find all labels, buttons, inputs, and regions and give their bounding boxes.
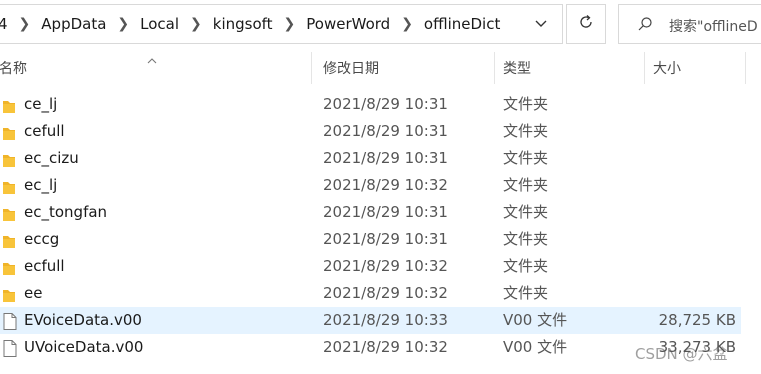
file-date: 2021/8/29 10:31: [323, 95, 448, 113]
search-icon: [637, 16, 653, 36]
column-header-label: 大小: [653, 61, 681, 77]
file-type: V00 文件: [503, 338, 568, 356]
column-header-date[interactable]: 修改日期: [312, 52, 495, 84]
column-header-label: 类型: [503, 61, 531, 77]
breadcrumb-separator-icon: ❯: [18, 16, 31, 32]
list-item[interactable]: ecfull 2021/8/29 10:32 文件夹: [0, 253, 741, 280]
list-item[interactable]: cefull 2021/8/29 10:31 文件夹: [0, 118, 741, 145]
folder-icon: [3, 231, 19, 248]
file-type: 文件夹: [503, 257, 549, 275]
file-name: ee: [24, 284, 43, 302]
refresh-button[interactable]: [566, 4, 606, 44]
file-type: 文件夹: [503, 122, 549, 140]
file-date: 2021/8/29 10:33: [323, 311, 448, 329]
list-item[interactable]: ec_cizu 2021/8/29 10:31 文件夹: [0, 145, 741, 172]
file-type: 文件夹: [503, 203, 549, 221]
search-input[interactable]: 搜索"offlineD: [618, 4, 761, 44]
folder-icon: [3, 150, 19, 167]
breadcrumb-item-current[interactable]: offlineDict: [422, 15, 502, 33]
list-item[interactable]: EVoiceData.v00 2021/8/29 10:33 V00 文件 28…: [0, 307, 741, 334]
column-header-type[interactable]: 类型: [495, 52, 645, 84]
file-type: 文件夹: [503, 284, 549, 302]
breadcrumb-separator-icon: ❯: [190, 16, 202, 32]
breadcrumb-separator-icon: ❯: [283, 16, 296, 32]
file-name: cefull: [24, 122, 65, 140]
file-icon: [3, 312, 17, 330]
file-name: ec_cizu: [24, 149, 79, 167]
breadcrumb: 4 ❯ AppData ❯ Local ❯ kingsoft ❯ PowerWo…: [0, 5, 502, 43]
file-date: 2021/8/29 10:32: [323, 257, 448, 275]
file-date: 2021/8/29 10:32: [323, 338, 448, 356]
file-size: 28,725 KB: [658, 311, 736, 329]
breadcrumb-item[interactable]: kingsoft: [211, 15, 275, 33]
file-explorer-window: 4 ❯ AppData ❯ Local ❯ kingsoft ❯ PowerWo…: [0, 0, 761, 374]
breadcrumb-separator-icon: ❯: [401, 16, 413, 32]
folder-icon: [3, 285, 19, 302]
search-placeholder: 搜索"offlineD: [669, 19, 758, 35]
file-icon: [3, 339, 17, 357]
chevron-down-icon[interactable]: [530, 13, 552, 35]
file-date: 2021/8/29 10:32: [323, 176, 448, 194]
column-header-label: 名称: [0, 61, 27, 77]
breadcrumb-item[interactable]: Local: [138, 15, 181, 33]
list-item[interactable]: UVoiceData.v00 2021/8/29 10:32 V00 文件 33…: [0, 334, 741, 361]
file-date: 2021/8/29 10:32: [323, 284, 448, 302]
file-name: UVoiceData.v00: [24, 338, 144, 356]
folder-icon: [3, 258, 19, 275]
list-item[interactable]: ce_lj 2021/8/29 10:31 文件夹: [0, 91, 741, 118]
column-header-label: 修改日期: [323, 61, 379, 77]
folder-icon: [3, 96, 19, 113]
breadcrumb-item[interactable]: PowerWord: [304, 15, 392, 33]
file-date: 2021/8/29 10:31: [323, 203, 448, 221]
refresh-icon: [578, 14, 594, 34]
watermark: CSDN @六盆: [635, 345, 728, 363]
file-type: 文件夹: [503, 149, 549, 167]
list-item[interactable]: eccg 2021/8/29 10:31 文件夹: [0, 226, 741, 253]
breadcrumb-separator-icon: ❯: [117, 16, 130, 32]
list-item[interactable]: ec_tongfan 2021/8/29 10:31 文件夹: [0, 199, 741, 226]
file-type: 文件夹: [503, 230, 549, 248]
file-name: ce_lj: [24, 95, 58, 113]
folder-icon: [3, 204, 19, 221]
file-date: 2021/8/29 10:31: [323, 149, 448, 167]
file-list: ce_lj 2021/8/29 10:31 文件夹 cefull 2021/8/…: [0, 91, 761, 361]
list-item[interactable]: ee 2021/8/29 10:32 文件夹: [0, 280, 741, 307]
file-name: ec_lj: [24, 176, 58, 194]
file-type: 文件夹: [503, 176, 549, 194]
folder-icon: [3, 123, 19, 140]
address-bar[interactable]: 4 ❯ AppData ❯ Local ❯ kingsoft ❯ PowerWo…: [0, 4, 563, 44]
column-header-size[interactable]: 大小: [645, 52, 746, 84]
folder-icon: [3, 177, 19, 194]
file-name: ecfull: [24, 257, 65, 275]
column-header-name[interactable]: 名称: [0, 52, 312, 84]
breadcrumb-item[interactable]: AppData: [39, 15, 108, 33]
list-item[interactable]: ec_lj 2021/8/29 10:32 文件夹: [0, 172, 741, 199]
file-date: 2021/8/29 10:31: [323, 122, 448, 140]
file-type: V00 文件: [503, 311, 568, 329]
file-name: eccg: [24, 230, 60, 248]
file-name: ec_tongfan: [24, 203, 108, 221]
file-type: 文件夹: [503, 95, 549, 113]
breadcrumb-item[interactable]: 4: [0, 15, 10, 33]
file-date: 2021/8/29 10:31: [323, 230, 448, 248]
file-name: EVoiceData.v00: [24, 311, 142, 329]
